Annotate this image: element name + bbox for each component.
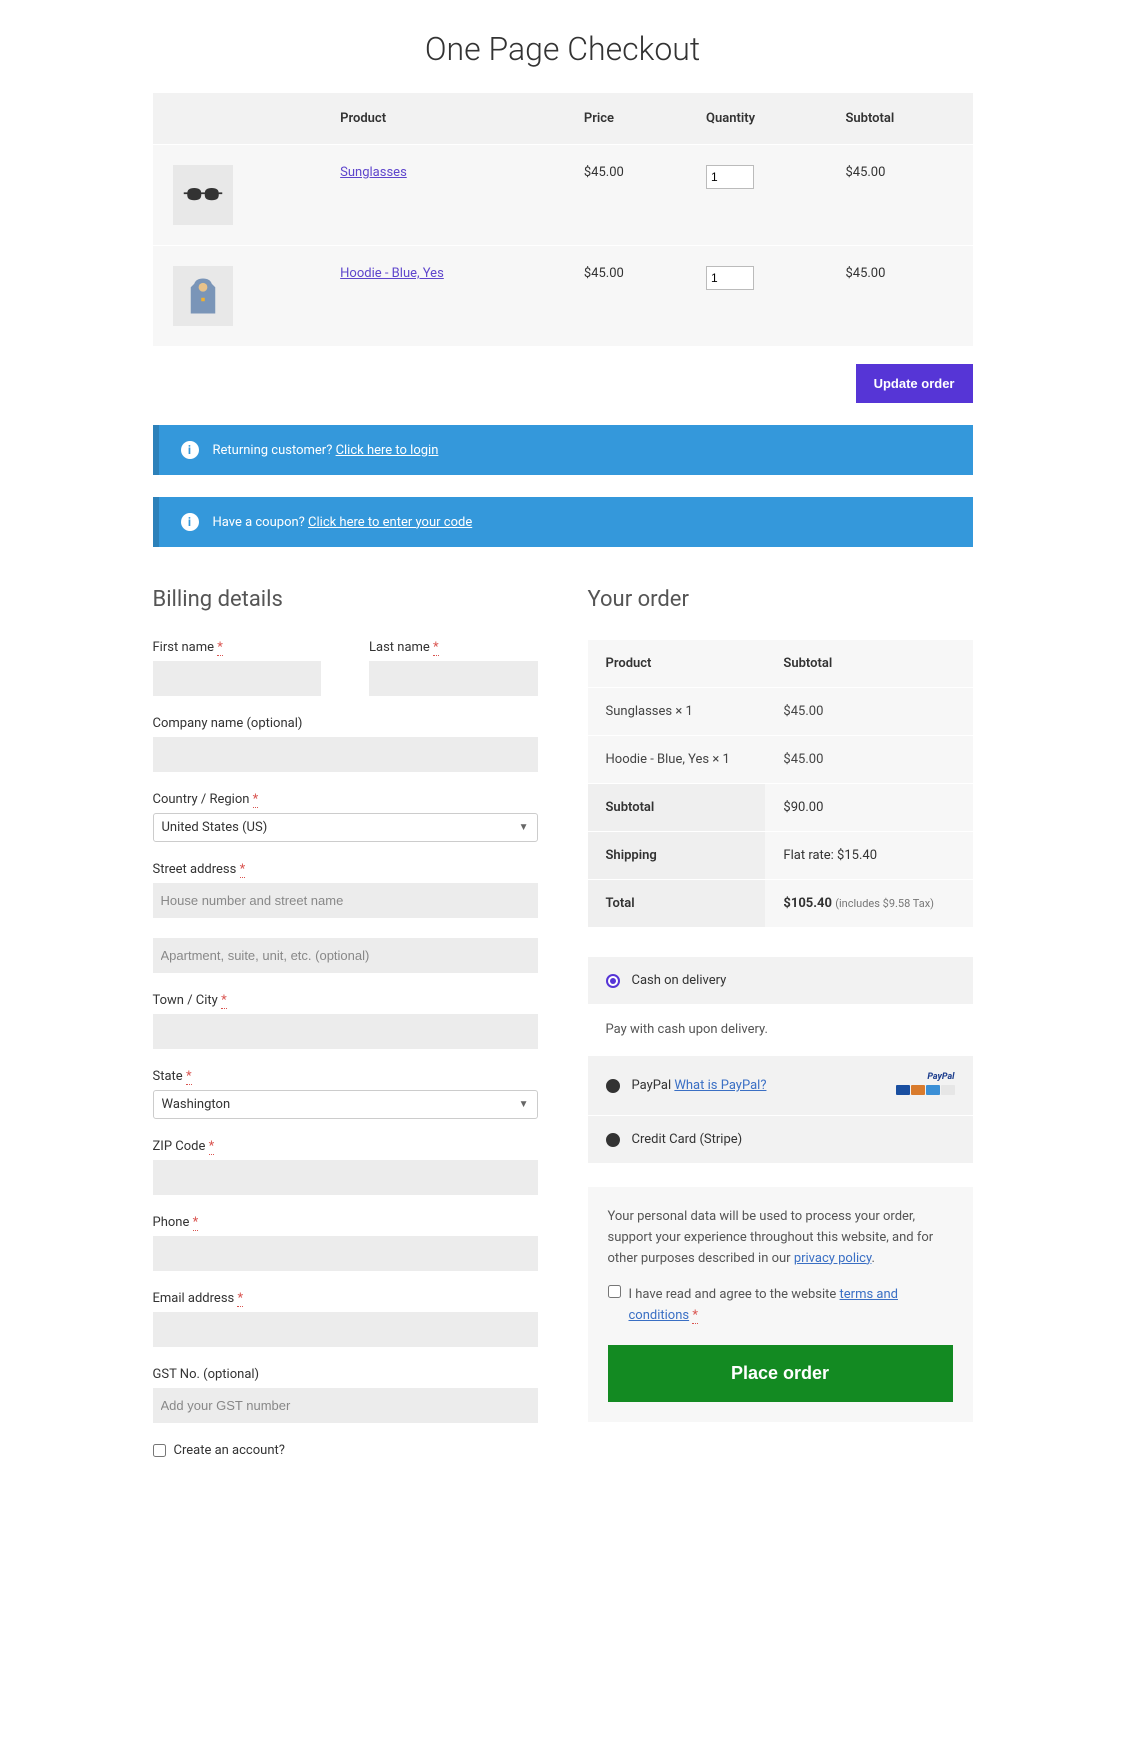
cart-table: Product Price Quantity Subtotal Sunglass… (153, 93, 973, 346)
payment-cod-description: Pay with cash upon delivery. (588, 1004, 973, 1055)
zip-label: ZIP Code * (153, 1139, 538, 1154)
product-thumb (173, 165, 233, 225)
first-name-label: First name * (153, 640, 322, 655)
phone-label: Phone * (153, 1215, 538, 1230)
hoodie-icon (182, 275, 224, 317)
order-line: Sunglasses × 1 $45.00 (588, 688, 973, 736)
subtotal-amount: $90.00 (765, 784, 972, 832)
state-value: Washington (162, 1097, 231, 1112)
price-cell: $45.00 (572, 246, 694, 347)
chevron-down-icon: ▼ (519, 822, 529, 833)
coupon-link[interactable]: Click here to enter your code (308, 515, 472, 530)
col-qty: Quantity (694, 93, 833, 145)
payment-option-cod[interactable]: Cash on delivery (588, 957, 973, 1004)
privacy-terms-box: Your personal data will be used to proce… (588, 1187, 973, 1422)
total-label: Total (588, 880, 766, 928)
quantity-input[interactable] (706, 266, 754, 290)
company-input[interactable] (153, 737, 538, 772)
radio-icon (606, 1079, 620, 1093)
payment-cod-label: Cash on delivery (632, 973, 727, 988)
place-order-button[interactable]: Place order (608, 1345, 953, 1402)
terms-checkbox[interactable] (608, 1285, 621, 1298)
order-col-product: Product (588, 640, 766, 688)
product-thumb (173, 266, 233, 326)
privacy-policy-link[interactable]: privacy policy (794, 1251, 872, 1266)
subtotal-cell: $45.00 (833, 246, 972, 347)
gst-label: GST No. (optional) (153, 1367, 538, 1382)
total-amount: $105.40 (includes $9.58 Tax) (765, 880, 972, 928)
zip-input[interactable] (153, 1160, 538, 1195)
order-summary-table: Product Subtotal Sunglasses × 1 $45.00 H… (588, 640, 973, 927)
col-price: Price (572, 93, 694, 145)
login-banner-text: Returning customer? (213, 443, 336, 458)
country-label: Country / Region * (153, 792, 538, 807)
info-icon: i (181, 513, 199, 531)
radio-icon (606, 974, 620, 988)
street-address-2-input[interactable] (153, 938, 538, 973)
sunglasses-icon (182, 174, 224, 216)
paypal-help-link[interactable]: What is PayPal? (674, 1078, 766, 1093)
billing-heading: Billing details (153, 587, 538, 612)
street-label: Street address * (153, 862, 538, 877)
order-heading: Your order (588, 587, 973, 612)
info-icon: i (181, 441, 199, 459)
payment-paypal-label: PayPal (632, 1078, 672, 1093)
coupon-banner: i Have a coupon? Click here to enter you… (153, 497, 973, 547)
create-account-label: Create an account? (174, 1443, 285, 1458)
radio-icon (606, 1133, 620, 1147)
email-label: Email address * (153, 1291, 538, 1306)
create-account-checkbox[interactable] (153, 1444, 166, 1457)
page-title: One Page Checkout (153, 30, 973, 68)
privacy-text: Your personal data will be used to proce… (608, 1209, 934, 1266)
last-name-input[interactable] (369, 661, 538, 696)
gst-input[interactable] (153, 1388, 538, 1423)
subtotal-label: Subtotal (588, 784, 766, 832)
col-subtotal: Subtotal (833, 93, 972, 145)
payment-stripe-label: Credit Card (Stripe) (632, 1132, 743, 1147)
col-thumb (153, 93, 329, 145)
price-cell: $45.00 (572, 145, 694, 246)
table-row: Hoodie - Blue, Yes $45.00 $45.00 (153, 246, 973, 347)
table-row: Sunglasses $45.00 $45.00 (153, 145, 973, 246)
order-line: Hoodie - Blue, Yes × 1 $45.00 (588, 736, 973, 784)
terms-text: I have read and agree to the website (629, 1287, 840, 1302)
col-product: Product (328, 93, 572, 145)
login-link[interactable]: Click here to login (336, 443, 439, 458)
street-address-1-input[interactable] (153, 883, 538, 918)
update-order-button[interactable]: Update order (856, 364, 973, 403)
login-banner: i Returning customer? Click here to logi… (153, 425, 973, 475)
city-label: Town / City * (153, 993, 538, 1008)
subtotal-cell: $45.00 (833, 145, 972, 246)
shipping-label: Shipping (588, 832, 766, 880)
country-select[interactable]: United States (US) ▼ (153, 813, 538, 842)
paypal-card-icons: PayPal (895, 1072, 955, 1099)
last-name-label: Last name * (369, 640, 538, 655)
shipping-amount: Flat rate: $15.40 (765, 832, 972, 880)
company-label: Company name (optional) (153, 716, 538, 731)
payment-option-paypal[interactable]: PayPal What is PayPal? PayPal (588, 1055, 973, 1115)
payment-option-stripe[interactable]: Credit Card (Stripe) (588, 1115, 973, 1163)
quantity-input[interactable] (706, 165, 754, 189)
city-input[interactable] (153, 1014, 538, 1049)
order-col-subtotal: Subtotal (765, 640, 972, 688)
first-name-input[interactable] (153, 661, 322, 696)
product-link[interactable]: Hoodie - Blue, Yes (340, 266, 444, 281)
product-link[interactable]: Sunglasses (340, 165, 407, 180)
coupon-banner-text: Have a coupon? (213, 515, 309, 530)
phone-input[interactable] (153, 1236, 538, 1271)
country-value: United States (US) (162, 820, 268, 835)
state-select[interactable]: Washington ▼ (153, 1090, 538, 1119)
payment-methods: Cash on delivery Pay with cash upon deli… (588, 957, 973, 1163)
chevron-down-icon: ▼ (519, 1099, 529, 1110)
email-input[interactable] (153, 1312, 538, 1347)
state-label: State * (153, 1069, 538, 1084)
